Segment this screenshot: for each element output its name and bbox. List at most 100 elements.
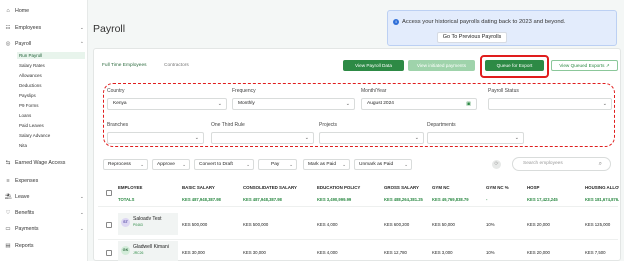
earned-wage-icon: ⇆ [5,160,11,166]
view-queued-exports-button[interactable]: View Queued Exports ↗ [551,60,618,71]
mark-as-paid-dropdown[interactable]: Mark as Paid ⌄ [303,159,350,170]
total-gross-salary: KES 488,264,381.25 [384,197,423,202]
page-title: Payroll [93,23,126,35]
chevron-down-icon: ⌄ [80,226,84,231]
notice-text: Access your historical payrolls dating b… [402,19,566,25]
sidebar-item-label: Payroll [15,41,32,47]
avatar: ST [121,218,130,227]
chevron-down-icon: ⌄ [246,162,250,167]
sidebar-subitem-run-payroll[interactable]: Run Payroll [17,52,85,59]
sidebar-subitem-salary-advance[interactable]: Salary Advance [19,132,50,139]
sidebar-subitem-paid-leaves[interactable]: Paid Leaves [19,122,44,129]
pay-dropdown[interactable]: Pay ⌄ [258,159,297,170]
unmark-as-paid-dropdown[interactable]: Unmark as Paid ⌄ [354,159,412,170]
view-initiated-payments-button[interactable]: View initiated payments [408,60,475,71]
tab-full-time-employees[interactable]: Full Time Employees [102,63,147,68]
column-header-hosp[interactable]: HOSP [527,185,539,190]
sidebar-item-label: Employees [15,25,42,31]
projects-select[interactable]: ⌄ [319,132,424,144]
sidebar-item-leave[interactable]: ⛱ Leave ⌄ [4,194,88,200]
sidebar-subitem-allowances[interactable]: Allowances [19,72,42,79]
month-year-value: August 2024 [367,101,394,106]
month-year-picker[interactable]: August 2024 ▣ [361,98,477,110]
sidebar-subitem-salary-rates[interactable]: Salary Rates [19,62,45,69]
column-header-employee[interactable]: EMPLOYEE [118,185,142,190]
sidebar-subitem-nita[interactable]: Nita [19,142,27,149]
frequency-select[interactable]: Monthly ⌄ [232,98,355,110]
convert-to-draft-dropdown[interactable]: Convert to Draft ⌄ [194,159,254,170]
total-education-policy: KES 3,490,999.99 [317,197,352,202]
sidebar-item-home[interactable]: ⌂ Home [4,8,29,14]
consolidated-salary-cell: KES 30,000 [243,250,266,255]
country-label: Country [107,88,125,94]
sidebar-item-payroll[interactable]: ◎ Payroll ⌃ [4,41,88,47]
housing-allow-cell: KES 125,000 [585,222,611,227]
hosp-cell: KES 20,000 [527,222,550,227]
column-header-gym-nc-percent[interactable]: GYM NC % [486,185,509,190]
payroll-status-select[interactable]: ⌄ [488,98,612,110]
employee-name[interactable]: Saloadv Test [133,216,162,222]
sidebar-subitem-deductions[interactable]: Deductions [19,82,42,89]
payroll-card: Full Time Employees Contractors View Pay… [93,48,621,261]
sidebar-item-employees[interactable]: ☷ Employees ⌄ [4,25,88,31]
column-header-gym-nc[interactable]: GYM NC [432,185,450,190]
column-header-basic-salary[interactable]: BASIC SALARY [182,185,215,190]
column-header-housing-allow[interactable]: HOUSING ALLOW [585,185,619,190]
chevron-down-icon: ⌄ [342,162,346,167]
one-third-rule-select[interactable]: ⌄ [211,132,314,144]
previous-payrolls-button[interactable]: Go To Previous Payrolls [437,32,507,43]
sidebar-item-benefits[interactable]: ♡ Benefits ⌄ [4,210,88,216]
chevron-down-icon: ⌄ [414,135,419,141]
housing-allow-cell: KES 7,500 [585,250,606,255]
select-all-checkbox[interactable] [106,190,112,196]
country-value: Kenya [113,101,127,106]
sidebar-item-reports[interactable]: ▤ Reports [4,243,33,249]
gross-salary-cell: KES 12,780 [384,250,407,255]
employee-id: P0463 [133,223,143,227]
frequency-label: Frequency [232,88,256,94]
branches-label: Branches [107,122,129,128]
sidebar-item-label: Leave [15,194,30,200]
historical-payroll-notice: i Access your historical payrolls dating… [387,10,617,46]
basic-salary-cell: KES 30,000 [182,250,205,255]
gym-nc-percent-cell: 10% [486,250,495,255]
total-gym-nc: KES 49,769,838.79 [432,197,469,202]
payments-icon: ▭ [5,226,11,232]
chevron-down-icon: ⌄ [80,25,84,30]
sidebar-item-expenses[interactable]: ≡ Expenses [4,178,38,184]
employee-name[interactable]: Gladwell Kimani [133,244,169,250]
gym-nc-cell: KES 3,000 [432,250,453,255]
basic-salary-cell: KES 500,000 [182,222,208,227]
country-select[interactable]: Kenya ⌄ [107,98,227,110]
view-payroll-data-button[interactable]: View Payroll Data [343,60,404,71]
mark-as-paid-label: Mark as Paid [308,162,336,167]
total-housing-allow: KES 181,674,876. [585,197,619,202]
sidebar-subitem-p9-forms[interactable]: P9 Forms [19,102,39,109]
approve-dropdown[interactable]: Approve ⌄ [152,159,190,170]
row-checkbox[interactable] [106,250,112,256]
sidebar-subitem-payslips[interactable]: Payslips [19,92,36,99]
consolidated-salary-cell: KES 500,000 [243,222,269,227]
gym-nc-percent-cell: 10% [486,222,495,227]
payroll-icon: ◎ [5,41,11,47]
column-header-gross-salary[interactable]: GROSS SALARY [384,185,419,190]
sidebar-item-payments[interactable]: ▭ Payments ⌄ [4,226,88,232]
column-header-education-policy[interactable]: EDUCATION POLICY [317,185,360,190]
chevron-up-icon: ⌃ [80,41,84,46]
employees-icon: ☷ [5,25,11,31]
chevron-down-icon: ⌄ [404,162,408,167]
sidebar-subitem-loans[interactable]: Loans [19,112,31,119]
branches-select[interactable]: ⌄ [107,132,204,144]
column-header-consolidated-salary[interactable]: CONSOLIDATED SALARY [243,185,297,190]
reprocess-dropdown[interactable]: Reprocess ⌄ [103,159,148,170]
total-gym-nc-percent: - [486,197,488,202]
search-placeholder: Search employees [523,161,563,166]
search-employees-input[interactable]: Search employees ⌕ [512,157,611,171]
row-checkbox[interactable] [106,222,112,228]
departments-select[interactable]: ⌄ [427,132,524,144]
chevron-down-icon: ⌄ [289,162,293,167]
tab-contractors[interactable]: Contractors [164,63,189,68]
total-consolidated-salary: KES 487,948,387.98 [243,197,282,202]
refresh-icon[interactable]: ⟳ [492,160,501,169]
sidebar-item-earned-wage-access[interactable]: ⇆ Earned Wage Access [4,160,66,166]
